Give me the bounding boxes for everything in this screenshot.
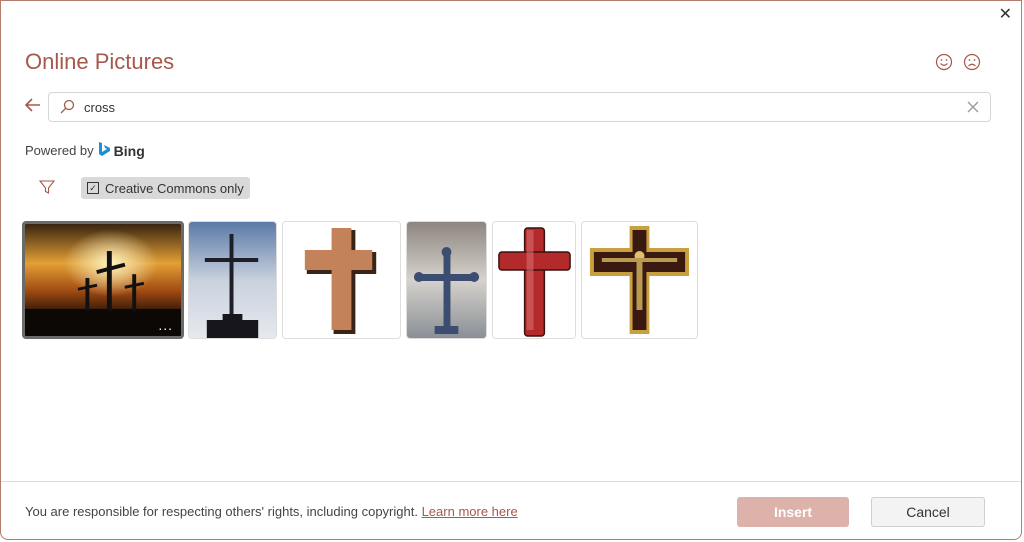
feedback-buttons [935, 53, 981, 71]
result-thumbnail[interactable] [188, 221, 277, 339]
smile-icon[interactable] [935, 53, 953, 71]
legal-notice: You are responsible for respecting other… [25, 504, 518, 519]
powered-by-label: Powered by [25, 143, 94, 158]
legal-text: You are responsible for respecting other… [25, 504, 418, 519]
crucifix-painting-image [582, 222, 697, 338]
creative-commons-label: Creative Commons only [105, 180, 244, 196]
more-options-icon[interactable]: ... [158, 317, 173, 333]
filter-icon[interactable] [38, 179, 56, 195]
result-thumbnail[interactable] [492, 221, 576, 339]
clear-icon[interactable] [966, 100, 980, 114]
red-cross-image [493, 222, 575, 338]
creative-commons-toggle[interactable]: ✓ Creative Commons only [81, 177, 250, 199]
result-thumbnail[interactable] [406, 221, 487, 339]
dialog-title: Online Pictures [25, 49, 175, 74]
blue-standing-cross-image [407, 222, 486, 338]
result-thumbnail[interactable] [581, 221, 698, 339]
result-thumbnail[interactable]: ... [22, 221, 184, 339]
result-thumbnail[interactable] [282, 221, 401, 339]
search-input[interactable]: cross [48, 92, 991, 122]
back-arrow-icon[interactable] [23, 95, 43, 115]
search-query[interactable]: cross [84, 100, 115, 115]
online-pictures-dialog: ✕ Online Pictures cross Powered by Bing … [0, 0, 1022, 540]
powered-by: Powered by Bing [25, 141, 145, 160]
bing-brand: Bing [113, 142, 145, 159]
search-icon [59, 99, 75, 115]
ornate-iron-cross-image [189, 222, 276, 338]
bing-logo-icon [98, 141, 110, 160]
frown-icon[interactable] [963, 53, 981, 71]
insert-button[interactable]: Insert [737, 497, 849, 527]
checkbox-checked-icon[interactable]: ✓ [87, 182, 99, 194]
learn-more-link[interactable]: Learn more here [422, 504, 518, 519]
close-icon[interactable]: ✕ [999, 7, 1012, 23]
brown-cross-image [283, 222, 400, 338]
footer-divider [1, 481, 1021, 482]
cancel-button[interactable]: Cancel [871, 497, 985, 527]
